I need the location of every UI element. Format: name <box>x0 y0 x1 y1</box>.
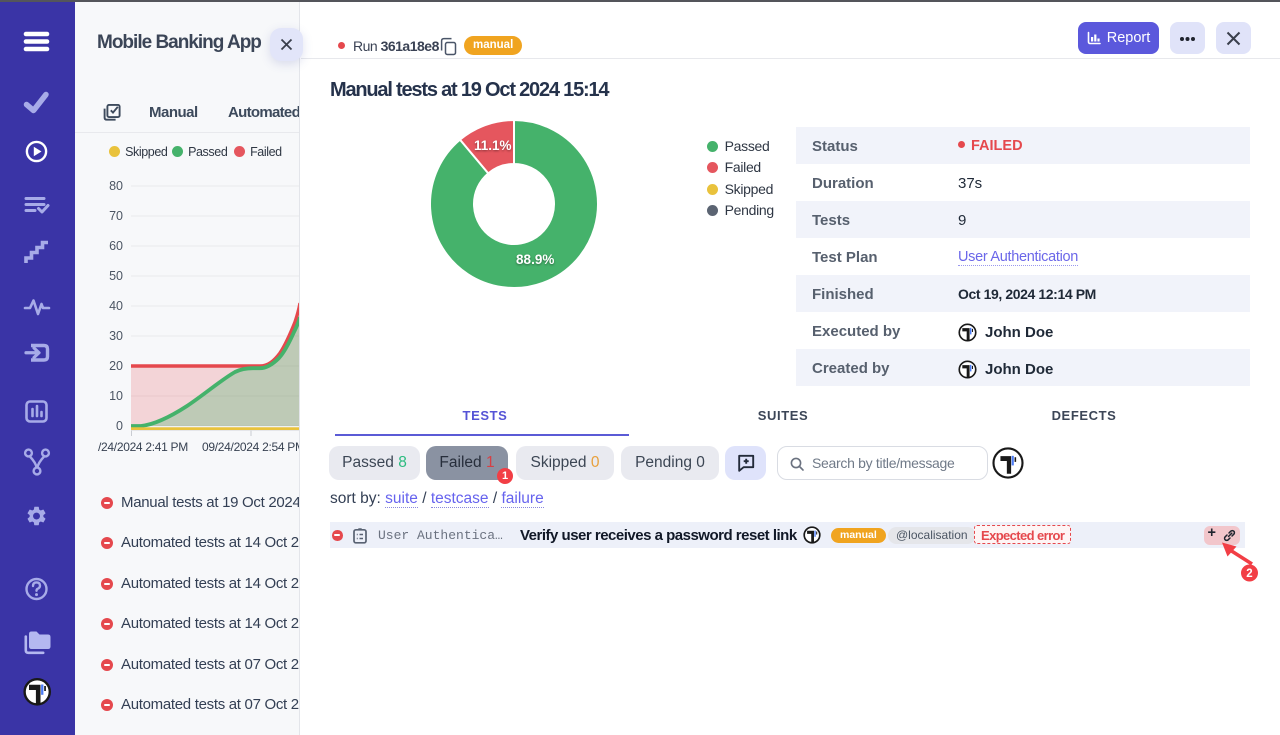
svg-text:88.9%: 88.9% <box>516 252 554 267</box>
svg-text:2: 2 <box>1246 568 1252 580</box>
svg-text:11.1%: 11.1% <box>474 138 512 153</box>
